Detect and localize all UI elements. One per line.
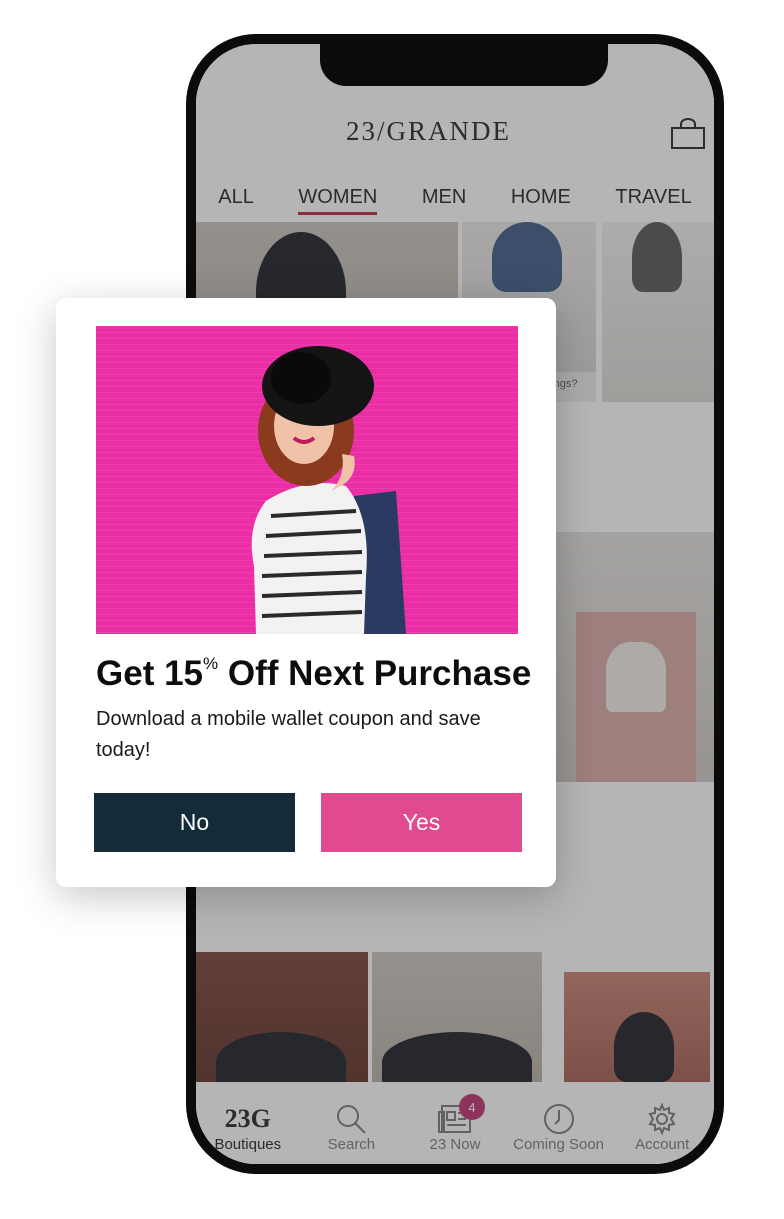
model-illustration — [251, 346, 406, 634]
stage: 23/GRANDE ALL WOMEN MEN HOME TRAVEL thin… — [0, 0, 784, 1219]
headline-text: Get 15 — [96, 654, 203, 693]
headline-percent: % — [203, 654, 219, 673]
no-button[interactable]: No — [94, 793, 295, 852]
coupon-modal: Get 15% Off Next Purchase Download a mob… — [56, 298, 556, 887]
headline-text: Off Next Purchase — [218, 654, 532, 693]
modal-headline: Get 15% Off Next Purchase — [96, 654, 531, 694]
promo-hero-image — [96, 326, 518, 634]
yes-button[interactable]: Yes — [321, 793, 522, 852]
modal-body-text: Download a mobile wallet coupon and save… — [96, 708, 481, 761]
phone-notch — [320, 44, 608, 86]
